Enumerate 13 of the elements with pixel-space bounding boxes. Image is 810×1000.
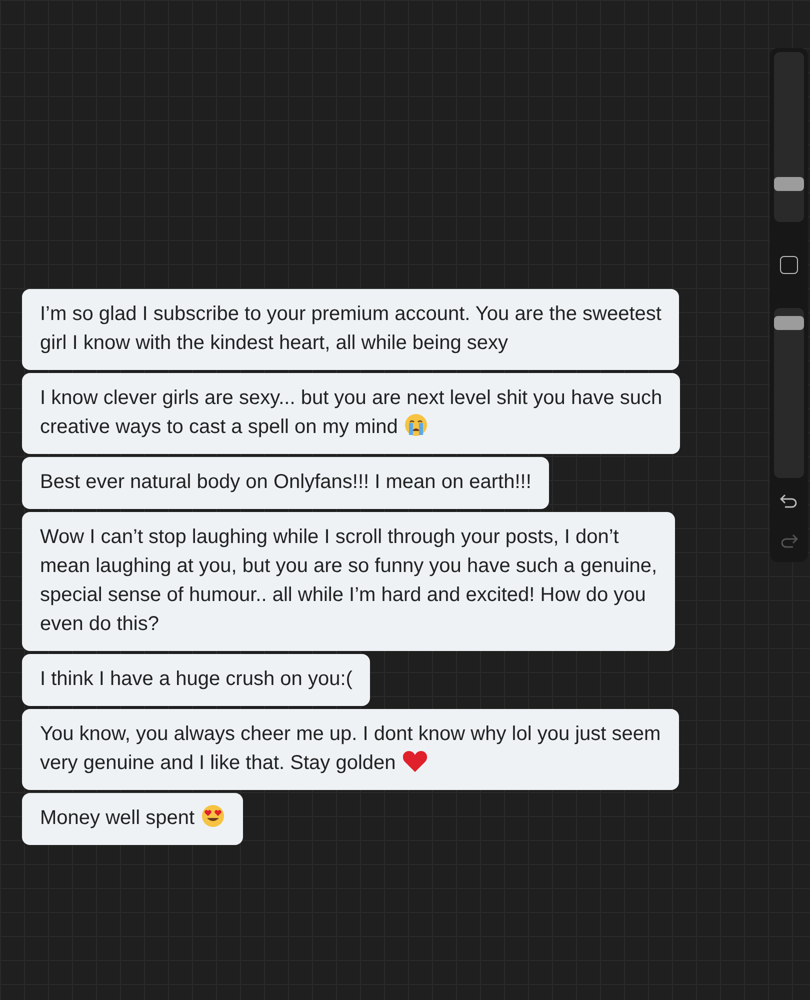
message-line: I’m so glad I subscribe to your premium account. You are the sweetest (40, 302, 662, 327)
message-line: very genuine and I like that. Stay golden (40, 751, 396, 776)
message-line: Money well spent (40, 806, 195, 831)
message-line: mean laughing at you, but you are so funny you have such a genuine, (40, 554, 658, 579)
message-line: Best ever natural body on Onlyfans!!! I mean on earth!!! (40, 470, 532, 495)
message-line: I know clever girls are sexy... but you are next level shit you have such (40, 386, 662, 411)
message-line: even do this? (40, 612, 159, 637)
message-line: girl I know with the kindest heart, all while being sexy (40, 331, 508, 356)
message-line: I think I have a huge crush on you:( (40, 667, 352, 692)
message-line: Wow I can’t stop laughing while I scroll through your posts, I don’t (40, 525, 620, 550)
message-line: You know, you always cheer me up. I dont know why lol you just seem (40, 722, 661, 747)
message-line: creative ways to cast a spell on my mind (40, 415, 398, 440)
message-line: special sense of humour.. all while I’m hard and excited! How do you (40, 583, 647, 608)
